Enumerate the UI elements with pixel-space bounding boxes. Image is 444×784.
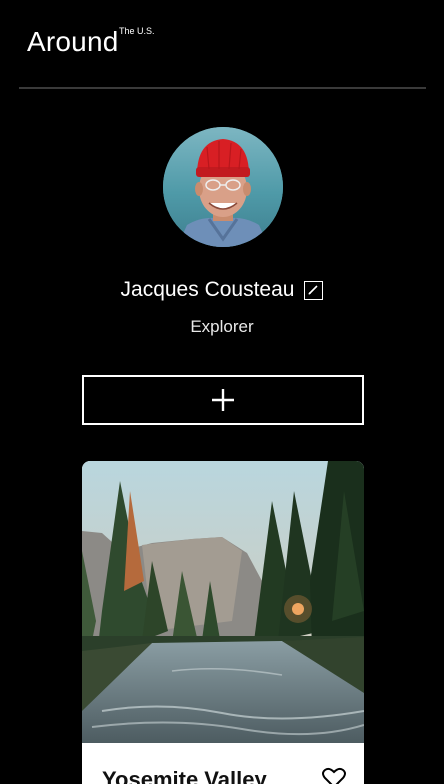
avatar [163, 127, 283, 247]
avatar-image [163, 127, 283, 247]
add-place-button[interactable] [82, 375, 364, 425]
card-body: Yosemite Valley [82, 743, 364, 784]
logo: Around [27, 26, 119, 57]
app-page: Around The U.S. Jacques Cousteau Explore… [0, 0, 444, 784]
heart-icon[interactable] [322, 767, 346, 784]
profile-name-row: Jacques Cousteau [0, 276, 444, 304]
place-card[interactable]: Yosemite Valley [82, 461, 364, 784]
header-divider [19, 87, 426, 89]
place-photo[interactable] [82, 461, 364, 743]
header: Around The U.S. [0, 0, 444, 89]
logo-superscript: The U.S. [119, 26, 155, 36]
edit-icon[interactable] [304, 281, 324, 300]
card-title: Yosemite Valley [102, 767, 267, 784]
profile-name: Jacques Cousteau [120, 278, 295, 301]
profile-role: Explorer [190, 317, 254, 336]
plus-icon [212, 389, 234, 411]
